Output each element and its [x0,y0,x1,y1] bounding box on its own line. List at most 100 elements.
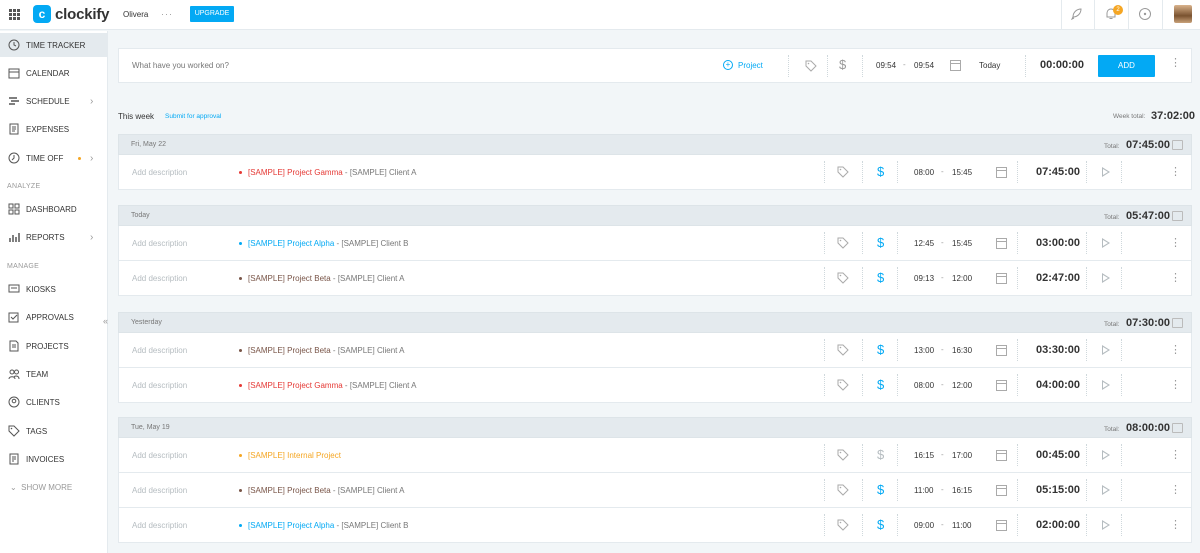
calendar-icon[interactable] [996,237,1007,249]
entry-description-input[interactable]: Add description [132,239,187,248]
more-options-icon[interactable]: ⋮ [1170,273,1181,284]
more-options-icon[interactable]: ⋮ [1170,58,1181,69]
sidebar-item-invoices[interactable]: INVOICES [0,447,108,471]
entry-start-time[interactable]: 08:00 [914,381,934,390]
tag-icon[interactable] [837,237,849,249]
entry-duration[interactable]: 05:15:00 [1036,484,1080,496]
bulk-edit-icon[interactable] [1172,423,1183,433]
entry-duration[interactable]: 03:30:00 [1036,344,1080,356]
sidebar-item-approvals[interactable]: APPROVALS [0,305,108,329]
entry-description-input[interactable]: Add description [132,274,187,283]
billable-dollar-icon[interactable]: $ [877,235,884,250]
more-options-icon[interactable]: ⋮ [1170,485,1181,496]
more-options-icon[interactable]: ⋮ [1170,345,1181,356]
time-entry-row[interactable]: Add description [SAMPLE] Project Gamma - … [118,368,1192,403]
app-logo[interactable]: c clockify [33,5,109,23]
entry-description-input[interactable]: Add description [132,486,187,495]
entry-description-input[interactable]: Add description [132,381,187,390]
sidebar-item-time-tracker[interactable]: TIME TRACKER [0,33,108,57]
more-options-icon[interactable]: ⋮ [1170,380,1181,391]
time-entry-row[interactable]: Add description [SAMPLE] Project Beta - [… [118,473,1192,508]
more-options-icon[interactable]: ⋮ [1170,167,1181,178]
entry-start-time[interactable]: 16:15 [914,451,934,460]
bulk-edit-icon[interactable] [1172,318,1183,328]
rocket-icon[interactable] [1070,7,1084,21]
more-options-icon[interactable]: ⋮ [1170,238,1181,249]
entry-description-input[interactable]: Add description [132,451,187,460]
tag-icon[interactable] [837,484,849,496]
entry-description-input[interactable]: Add description [132,346,187,355]
sidebar-item-tags[interactable]: TAGS [0,419,108,443]
entry-start-time[interactable]: 11:00 [914,486,933,495]
calendar-icon[interactable] [996,379,1007,391]
tag-icon[interactable] [837,449,849,461]
sidebar-item-expenses[interactable]: EXPENSES [0,117,108,141]
billable-dollar-icon[interactable]: $ [877,342,884,357]
collapse-sidebar-icon[interactable]: « [103,316,108,326]
add-entry-button[interactable]: ADD [1098,55,1155,77]
avatar[interactable] [1174,5,1192,23]
sidebar-item-clients[interactable]: CLIENTS [0,390,108,414]
sidebar-item-team[interactable]: TEAM [0,362,108,386]
billable-dollar-icon[interactable]: $ [877,447,884,462]
entry-start-time[interactable]: 09:00 [914,521,934,530]
sidebar-item-projects[interactable]: PROJECTS [0,334,108,358]
billable-dollar-icon[interactable]: $ [877,377,884,392]
billable-dollar-icon[interactable]: $ [839,57,846,72]
entry-end-time[interactable]: 15:45 [952,168,972,177]
billable-dollar-icon[interactable]: $ [877,517,884,532]
entry-description-input[interactable]: Add description [132,521,187,530]
sidebar-item-reports[interactable]: REPORTS › [0,225,108,249]
billable-dollar-icon[interactable]: $ [877,482,884,497]
start-time-input[interactable]: 09:54 [876,61,896,70]
billable-dollar-icon[interactable]: $ [877,270,884,285]
description-input[interactable]: What have you worked on? [132,61,229,70]
entry-end-time[interactable]: 12:00 [952,381,972,390]
entry-start-time[interactable]: 12:45 [914,239,934,248]
play-icon[interactable] [1102,345,1110,355]
calendar-icon[interactable] [996,272,1007,284]
entry-duration[interactable]: 07:45:00 [1036,166,1080,178]
entry-end-time[interactable]: 12:00 [952,274,972,283]
sidebar-item-calendar[interactable]: CALENDAR [0,61,108,85]
time-entry-row[interactable]: Add description [SAMPLE] Internal Project… [118,438,1192,473]
sidebar-item-kiosks[interactable]: KIOSKS [0,277,108,301]
entry-start-time[interactable]: 13:00 [914,346,934,355]
entry-duration[interactable]: 03:00:00 [1036,237,1080,249]
more-options-icon[interactable]: ⋮ [1170,520,1181,531]
calendar-icon[interactable] [996,519,1007,531]
calendar-icon[interactable] [950,59,961,71]
upgrade-button[interactable]: UPGRADE [190,6,234,22]
tag-icon[interactable] [837,166,849,178]
end-time-input[interactable]: 09:54 [914,61,934,70]
workspace-more-icon[interactable]: ··· [161,9,173,19]
entry-duration[interactable]: 00:45:00 [1036,449,1080,461]
play-icon[interactable] [1102,167,1110,177]
show-more-button[interactable]: ⌄ SHOW MORE [10,483,72,492]
entry-project[interactable]: [SAMPLE] Project Alpha - [SAMPLE] Client… [248,239,409,248]
time-entry-row[interactable]: Add description [SAMPLE] Project Alpha - … [118,226,1192,261]
help-icon[interactable] [1138,7,1152,21]
entry-end-time[interactable]: 17:00 [952,451,972,460]
entry-project[interactable]: [SAMPLE] Internal Project [248,451,341,460]
calendar-icon[interactable] [996,344,1007,356]
entry-project[interactable]: [SAMPLE] Project Gamma - [SAMPLE] Client… [248,381,417,390]
billable-dollar-icon[interactable]: $ [877,164,884,179]
time-entry-row[interactable]: Add description [SAMPLE] Project Alpha - … [118,508,1192,543]
time-entry-row[interactable]: Add description [SAMPLE] Project Beta - [… [118,261,1192,296]
tag-icon[interactable] [837,379,849,391]
entry-project[interactable]: [SAMPLE] Project Gamma - [SAMPLE] Client… [248,168,417,177]
timer-duration[interactable]: 00:00:00 [1040,59,1084,71]
sidebar-item-dashboard[interactable]: DASHBOARD [0,197,108,221]
entry-end-time[interactable]: 11:00 [952,521,971,530]
entry-start-time[interactable]: 08:00 [914,168,934,177]
entry-end-time[interactable]: 16:15 [952,486,972,495]
bulk-edit-icon[interactable] [1172,211,1183,221]
entry-description-input[interactable]: Add description [132,168,187,177]
date-picker[interactable]: Today [979,61,1000,70]
entry-end-time[interactable]: 15:45 [952,239,972,248]
play-icon[interactable] [1102,450,1110,460]
entry-end-time[interactable]: 16:30 [952,346,972,355]
entry-duration[interactable]: 04:00:00 [1036,379,1080,391]
grid-menu-icon[interactable] [9,9,20,20]
